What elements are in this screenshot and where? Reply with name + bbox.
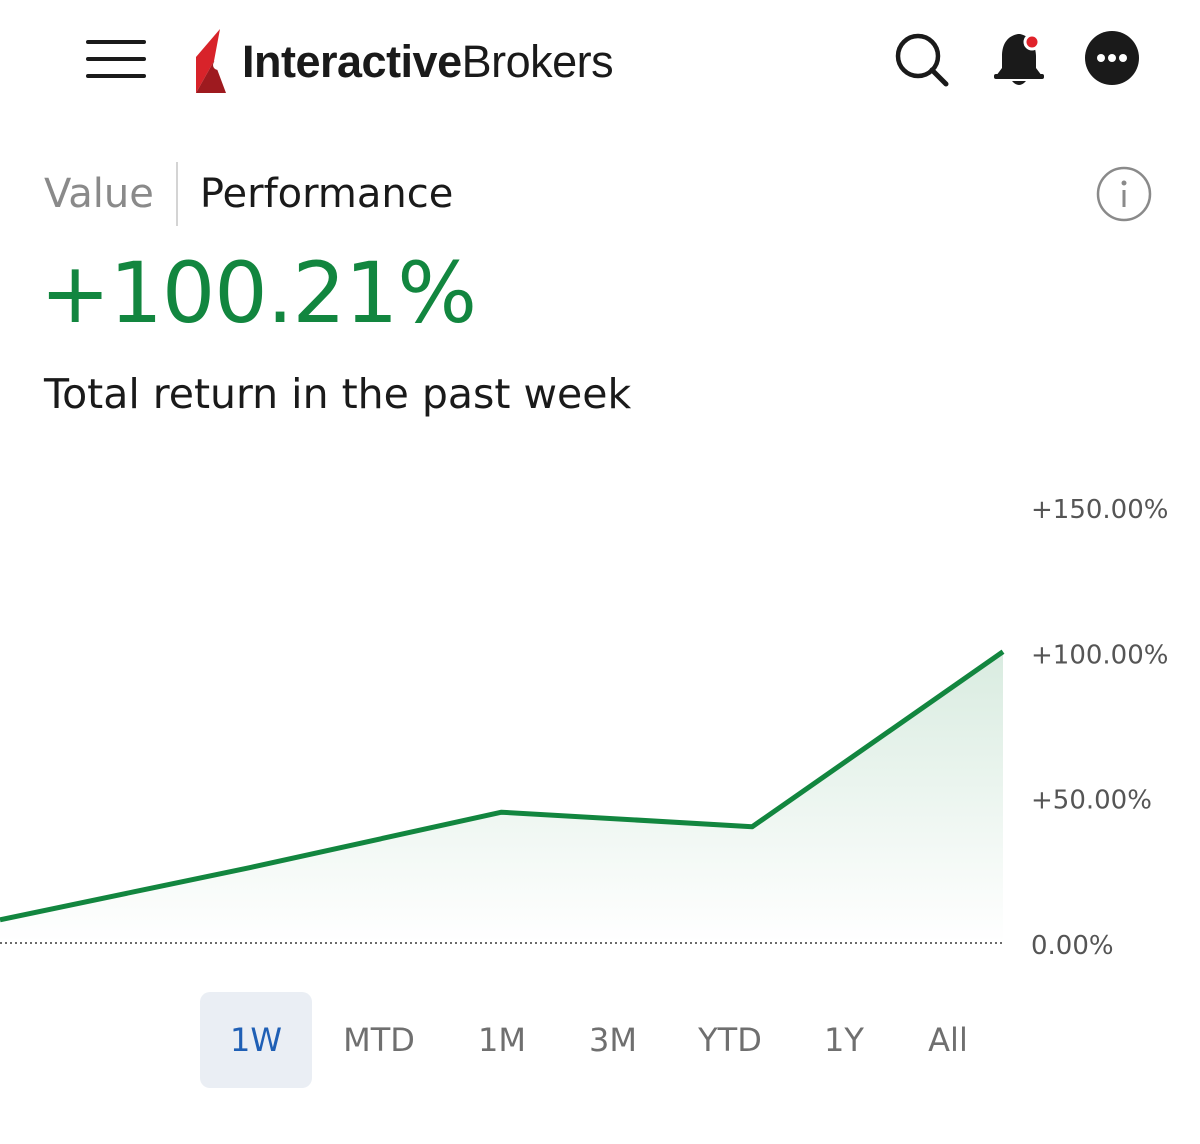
y-tick-label: +50.00% — [1031, 786, 1152, 816]
range-button-3m[interactable]: 3M — [560, 992, 666, 1088]
bell-icon[interactable] — [990, 28, 1050, 90]
range-button-all[interactable]: All — [900, 992, 996, 1088]
total-return-description: Total return in the past week — [44, 370, 632, 418]
view-tabs: Value Performance — [44, 160, 453, 228]
info-icon[interactable] — [1096, 166, 1152, 222]
logo-wordmark: InteractiveBrokers — [242, 36, 614, 87]
performance-chart: +150.00% +100.00% +50.00% 0.00% — [0, 495, 1168, 961]
search-icon[interactable] — [892, 30, 952, 90]
range-button-1w[interactable]: 1W — [200, 992, 312, 1088]
interactive-brokers-logo: InteractiveBrokers — [192, 24, 614, 100]
hamburger-menu-icon[interactable] — [86, 38, 148, 80]
more-icon[interactable] — [1084, 30, 1140, 86]
app-header: InteractiveBrokers — [0, 0, 1200, 130]
y-tick-label: +150.00% — [1031, 495, 1168, 525]
total-return-value: +100.21% — [40, 244, 477, 342]
tab-divider — [175, 162, 178, 226]
logo-mark-icon — [196, 29, 226, 93]
range-button-1m[interactable]: 1M — [448, 992, 556, 1088]
range-button-mtd[interactable]: MTD — [320, 992, 438, 1088]
portfolio-performance-screen: InteractiveBrokers Value Performance +10… — [0, 0, 1200, 1144]
tab-performance[interactable]: Performance — [200, 171, 453, 217]
time-range-selector: 1W MTD 1M 3M YTD 1Y All — [200, 992, 1000, 1088]
tab-value[interactable]: Value — [44, 171, 154, 217]
range-button-ytd[interactable]: YTD — [670, 992, 790, 1088]
notification-dot — [1023, 33, 1041, 51]
range-button-1y[interactable]: 1Y — [792, 992, 896, 1088]
chart-area-fill — [0, 651, 1003, 943]
y-tick-label: +100.00% — [1031, 640, 1168, 670]
y-tick-label: 0.00% — [1031, 931, 1114, 961]
